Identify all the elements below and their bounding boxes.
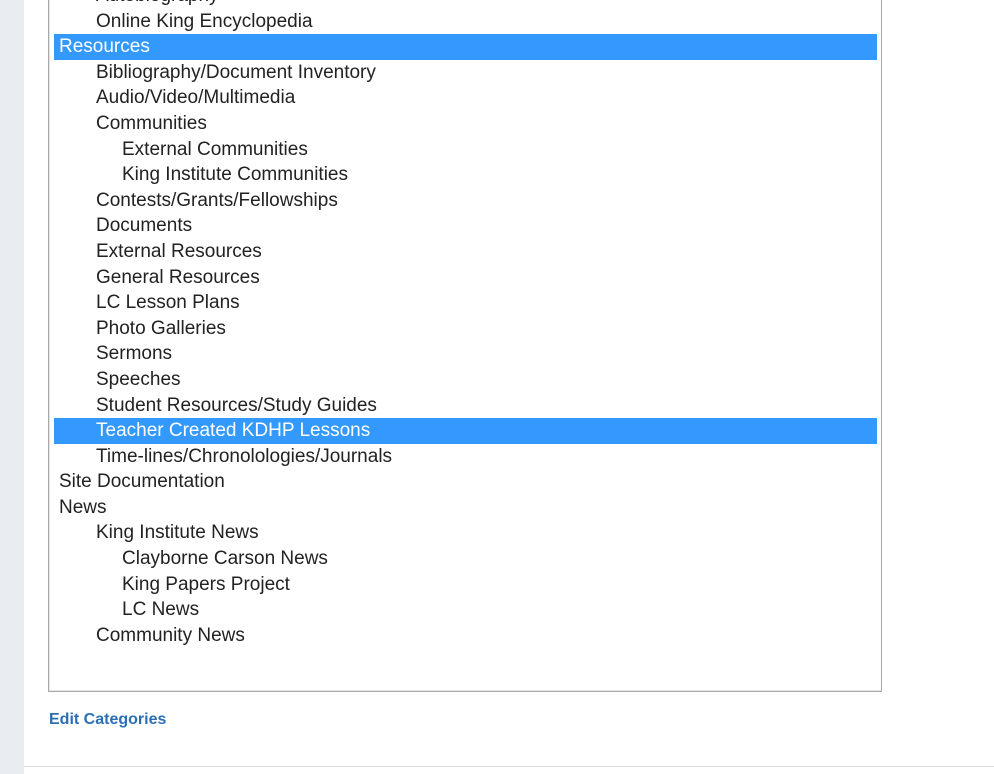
category-options: AutobiographyOnline King EncyclopediaRes… xyxy=(54,0,877,648)
category-option[interactable]: News xyxy=(54,495,877,521)
left-gutter xyxy=(0,0,24,774)
category-option[interactable]: King Institute Communities xyxy=(54,162,877,188)
category-option[interactable]: External Resources xyxy=(54,239,877,265)
divider xyxy=(24,766,994,767)
category-option[interactable]: External Communities xyxy=(54,137,877,163)
category-option[interactable]: King Institute News xyxy=(54,520,877,546)
category-listbox[interactable]: AutobiographyOnline King EncyclopediaRes… xyxy=(48,0,882,692)
category-option[interactable]: LC News xyxy=(54,597,877,623)
category-option[interactable]: General Resources xyxy=(54,265,877,291)
category-option[interactable]: Resources xyxy=(54,34,877,60)
category-option[interactable]: Clayborne Carson News xyxy=(54,546,877,572)
category-option[interactable]: Bibliography/Document Inventory xyxy=(54,60,877,86)
category-option[interactable]: Time-lines/Chronolologies/Journals xyxy=(54,444,877,470)
category-option[interactable]: Site Documentation xyxy=(54,469,877,495)
category-option[interactable]: Student Resources/Study Guides xyxy=(54,393,877,419)
category-option[interactable]: LC Lesson Plans xyxy=(54,290,877,316)
category-option[interactable]: Documents xyxy=(54,213,877,239)
category-option[interactable]: Online King Encyclopedia xyxy=(54,9,877,35)
category-option[interactable]: Audio/Video/Multimedia xyxy=(54,85,877,111)
category-option[interactable]: Sermons xyxy=(54,341,877,367)
category-option[interactable]: Communities xyxy=(54,111,877,137)
category-option[interactable]: Speeches xyxy=(54,367,877,393)
category-option[interactable]: Community News xyxy=(54,623,877,649)
category-option[interactable]: Photo Galleries xyxy=(54,316,877,342)
category-option[interactable]: Teacher Created KDHP Lessons xyxy=(54,418,877,444)
category-option[interactable]: Autobiography xyxy=(54,0,877,9)
category-option[interactable]: King Papers Project xyxy=(54,572,877,598)
edit-categories-link[interactable]: Edit Categories xyxy=(49,711,166,729)
category-option[interactable]: Contests/Grants/Fellowships xyxy=(54,188,877,214)
